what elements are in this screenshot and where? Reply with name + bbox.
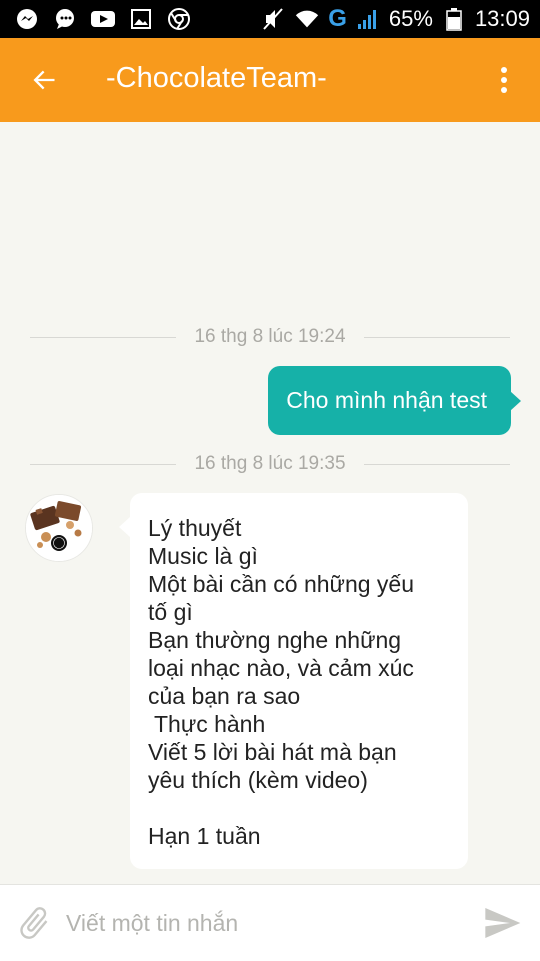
time-separator-label: 16 thg 8 lúc 19:35 <box>194 453 346 474</box>
message-input[interactable] <box>66 905 466 941</box>
message-line: Một bài cần có những yếu <box>148 571 415 597</box>
battery-icon <box>441 6 467 32</box>
mute-icon <box>260 6 286 32</box>
status-bar: G 65% 13:09 <box>0 0 540 38</box>
message-line: yêu thích (kèm video) <box>148 767 368 793</box>
more-vert-icon <box>501 67 507 93</box>
attach-button[interactable] <box>14 903 54 943</box>
chocolate-avatar-image <box>26 495 92 561</box>
back-button[interactable] <box>22 58 66 102</box>
message-line: Hạn 1 tuần <box>148 823 261 849</box>
bubble-tail <box>510 391 521 411</box>
arrow-back-icon <box>33 70 55 90</box>
message-list[interactable]: 16 thg 8 lúc 19:24 Cho mình nhận test 16… <box>0 122 540 884</box>
message-line: của bạn ra sao <box>148 683 301 709</box>
time-separator: 16 thg 8 lúc 19:24 <box>30 325 511 349</box>
paperclip-icon <box>20 907 48 939</box>
avatar[interactable] <box>25 494 93 562</box>
notification-icons <box>14 6 192 32</box>
conversation-title: -ChocolateTeam- <box>106 62 327 94</box>
divider <box>363 336 511 338</box>
chrome-icon <box>166 6 192 32</box>
youtube-icon <box>90 6 116 32</box>
chat-bubble-icon <box>52 6 78 32</box>
message-line: Viết 5 lời bài hát mà bạn <box>148 739 397 765</box>
divider <box>30 463 177 465</box>
message-line: Music là gì <box>148 543 258 569</box>
divider <box>30 336 177 338</box>
time-separator: 16 thg 8 lúc 19:35 <box>30 452 511 476</box>
outgoing-message[interactable]: Cho mình nhận test <box>268 366 521 435</box>
send-button[interactable] <box>480 901 524 945</box>
message-line: Thực hành <box>148 711 266 737</box>
send-icon <box>485 908 521 938</box>
time-separator-label: 16 thg 8 lúc 19:24 <box>194 326 346 347</box>
overflow-menu-button[interactable] <box>486 58 522 102</box>
battery-percent: 65% <box>388 6 433 31</box>
message-line: loại nhạc nào, và cảm xúc <box>148 655 414 681</box>
system-status: G 65% 13:09 <box>260 4 530 34</box>
message-line <box>148 794 456 822</box>
divider <box>363 463 511 465</box>
outgoing-message-text: Cho mình nhận test <box>286 387 487 413</box>
wifi-icon <box>294 6 320 32</box>
signal-icon <box>355 6 381 32</box>
incoming-message-text: Lý thuyết Music là gì Một bài cần có nhữ… <box>148 514 456 850</box>
incoming-message[interactable]: Lý thuyết Music là gì Một bài cần có nhữ… <box>119 493 468 869</box>
message-line: Lý thuyết <box>148 515 242 541</box>
composer-bar <box>0 884 540 961</box>
bubble-tail <box>119 517 130 537</box>
message-line: Bạn thường nghe những <box>148 627 402 653</box>
message-line: tố gì <box>148 599 193 625</box>
image-icon <box>128 6 154 32</box>
app-toolbar: -ChocolateTeam- <box>0 38 540 122</box>
network-type: G <box>328 5 347 32</box>
messenger-icon <box>14 6 40 32</box>
clock: 13:09 <box>474 6 530 31</box>
